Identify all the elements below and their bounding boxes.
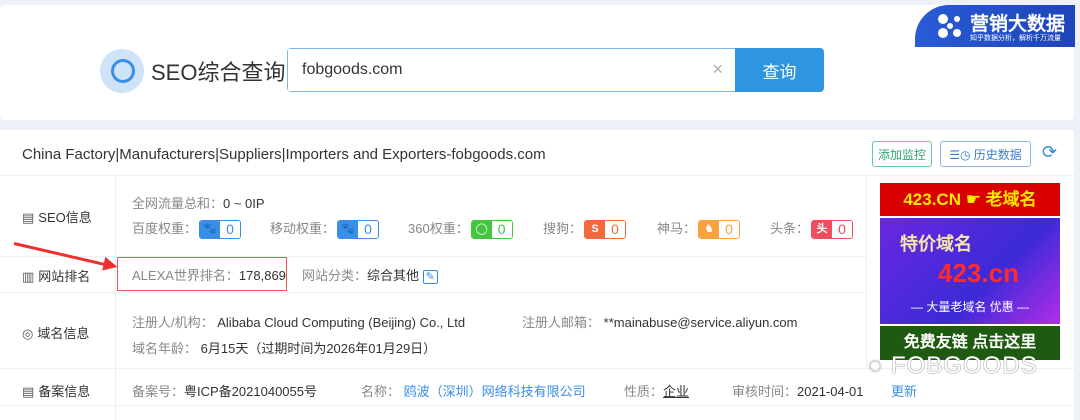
ad-middle[interactable]: 特价域名 423.cn — 大量老域名 优惠 — (880, 218, 1060, 324)
engine-icon: 🐾 (338, 221, 359, 239)
brand-title: SEO综合查询 (151, 60, 286, 85)
history-icon: ☰◷ (949, 147, 974, 162)
weight-field: 搜狗： S 0 (543, 218, 627, 240)
promo-title: 营销大数据 (970, 14, 1066, 35)
document-icon: ▤ (22, 210, 35, 225)
company-link[interactable]: 鸥波（深圳）网络科技有限公司 (404, 384, 586, 399)
search-box: × (287, 48, 737, 92)
seo-logo-icon (100, 49, 144, 93)
ad-banner[interactable]: 423.CN ☛ 老域名 特价域名 423.cn — 大量老域名 优惠 — 免费… (880, 183, 1060, 360)
weight-field: 360权重： ◯ 0 (408, 218, 513, 240)
weight-badge[interactable]: 头0 (811, 220, 854, 240)
bar-chart-icon: ▥ (22, 269, 35, 284)
engine-icon: S (585, 221, 606, 239)
registrant-field: 注册人/机构： Alibaba Cloud Computing (Beijing… (132, 315, 466, 330)
search-input[interactable] (288, 49, 688, 91)
record-icon: ▤ (22, 384, 35, 399)
history-button[interactable]: ☰◷ 历史数据 (940, 141, 1031, 167)
site-category: 网站分类：综合其他 ✎ (302, 265, 438, 284)
engine-icon: 🐾 (200, 221, 221, 239)
traffic-field: 全网流量总和：0 ~ 0IP (132, 196, 265, 211)
weight-field: 移动权重： 🐾 0 (270, 218, 380, 240)
clear-icon[interactable]: × (712, 59, 723, 80)
label-icp: ▤ 备案信息 (22, 384, 91, 399)
divider (0, 405, 1074, 406)
search-card: SEO综合查询 × 查询 (0, 5, 1074, 120)
update-link[interactable]: 更新 (891, 381, 917, 400)
icp-name: 名称： 鸥波（深圳）网络科技有限公司 (361, 384, 586, 399)
divider (115, 175, 116, 420)
promo-banner[interactable]: 营销大数据 知乎数据分析，解析千万流量 (915, 5, 1075, 47)
weight-field: 头条：头 0 (770, 218, 854, 240)
ad-top[interactable]: 423.CN ☛ 老域名 (880, 183, 1060, 216)
icp-number: 备案号：粤ICP备2021040055号 (132, 384, 317, 399)
icp-date: 审核时间：2021-04-01 (732, 384, 864, 399)
email-field: 注册人邮箱： **mainabuse@service.aliyun.com (522, 315, 798, 330)
weight-badge[interactable]: ◯ 0 (470, 220, 513, 240)
divider (866, 175, 867, 368)
alexa-rank: ALEXA世界排名：178,869 (132, 268, 286, 283)
weight-badge[interactable]: S0 (584, 220, 627, 240)
weight-field: 百度权重： 🐾 0 (132, 218, 242, 240)
annotation-arrow (13, 242, 114, 268)
divider (0, 175, 1074, 176)
wechat-icon: ◌ (868, 352, 891, 379)
watermark: ◌ FOBGOODS (868, 352, 1038, 379)
dots-logo-icon (938, 14, 961, 38)
label-domain: ◎ 域名信息 (22, 326, 90, 341)
engine-icon: ♞ (699, 221, 720, 239)
label-seo: ▤ SEO信息 (22, 210, 92, 225)
icp-type: 性质：企业 (624, 384, 690, 399)
weight-badge[interactable]: ♞ 0 (698, 220, 741, 240)
engine-icon: ◯ (471, 221, 492, 239)
site-title: China Factory|Manufacturers|Suppliers|Im… (22, 146, 546, 163)
promo-subtitle: 知乎数据分析，解析千万流量 (970, 35, 1061, 42)
domain-age-field: 域名年龄： 6月15天（过期时间为2026年01月29日） (132, 341, 437, 356)
www-icon: ◎ (22, 326, 34, 341)
weight-field: 神马： ♞ 0 (657, 218, 741, 240)
query-button[interactable]: 查询 (735, 48, 824, 92)
divider (0, 292, 866, 293)
history-label: 历史数据 (973, 147, 1022, 162)
weight-badge[interactable]: 🐾 0 (337, 220, 380, 240)
label-rank: ▥ 网站排名 (22, 269, 91, 284)
edit-icon[interactable]: ✎ (422, 270, 438, 284)
engine-icon: 头 (812, 221, 833, 239)
weight-badge[interactable]: 🐾 0 (199, 220, 242, 240)
add-monitor-button[interactable]: 添加监控 (872, 141, 932, 167)
refresh-icon[interactable]: ⟳ (1042, 142, 1057, 163)
